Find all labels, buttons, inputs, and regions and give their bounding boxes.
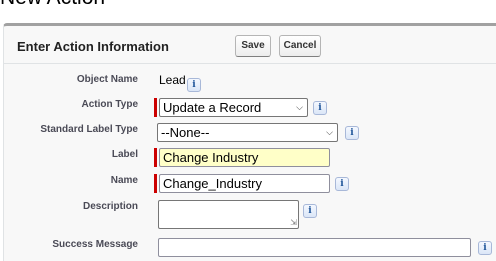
action-type-selected-value: Update a Record <box>163 100 262 115</box>
success-message-label: Success Message <box>52 239 138 250</box>
required-indicator <box>154 148 157 167</box>
name-input[interactable]: Change_Industry <box>159 174 330 193</box>
chevron-down-icon: ⌵ <box>326 127 333 137</box>
label-field-label: Label <box>111 149 138 160</box>
save-button[interactable]: Save <box>235 35 271 57</box>
description-info-icon[interactable]: i <box>303 204 317 218</box>
success-message-info-icon[interactable]: i <box>478 241 492 255</box>
label-input[interactable]: Change Industry <box>159 148 330 167</box>
resize-grip-icon[interactable]: ⇲ <box>290 219 297 227</box>
required-indicator <box>154 98 157 117</box>
standard-label-type-label: Standard Label Type <box>40 124 138 135</box>
success-message-input[interactable] <box>158 238 471 257</box>
name-info-icon[interactable]: i <box>335 177 349 191</box>
cancel-button[interactable]: Cancel <box>279 35 321 57</box>
description-label: Description <box>82 201 138 212</box>
object-name-info-icon[interactable]: i <box>187 78 201 92</box>
object-name-label: Object Name <box>76 74 138 85</box>
description-textarea[interactable]: ⇲ <box>158 200 299 229</box>
page-title: New Action <box>0 0 105 10</box>
chevron-down-icon: ⌵ <box>296 102 303 112</box>
standard-label-type-info-icon[interactable]: i <box>345 126 359 140</box>
panel-header: Enter Action Information Save Cancel <box>4 26 496 64</box>
standard-label-type-selected-value: --None-- <box>161 125 210 140</box>
name-field-label: Name <box>110 175 138 186</box>
standard-label-type-select[interactable]: --None-- ⌵ <box>157 123 338 142</box>
object-name-value: Lead <box>159 73 186 87</box>
panel-title: Enter Action Information <box>17 39 169 54</box>
required-indicator <box>154 174 157 193</box>
action-type-info-icon[interactable]: i <box>313 101 327 115</box>
action-type-select[interactable]: Update a Record ⌵ <box>159 98 308 117</box>
action-type-label: Action Type <box>81 99 138 110</box>
